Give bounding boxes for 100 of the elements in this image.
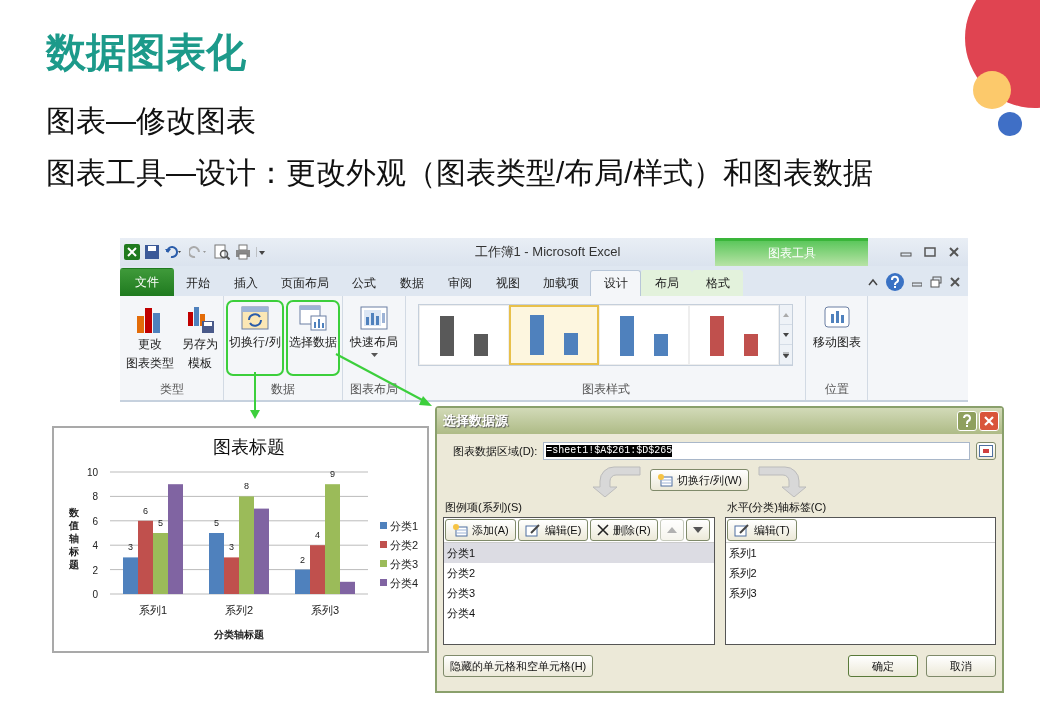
list-label: 水平(分类)轴标签(C) — [725, 500, 828, 515]
ribbon-tab[interactable]: 公式 — [340, 270, 388, 296]
add-table-icon — [657, 473, 674, 487]
close-icon[interactable] — [948, 246, 960, 258]
chart-style-thumbnail[interactable] — [509, 305, 599, 365]
legend-label: 分类2 — [390, 539, 419, 551]
data-label: 5 — [158, 518, 163, 528]
y-tick-label: 2 — [92, 564, 98, 576]
dialog-title: 选择数据源 — [443, 412, 509, 430]
group-label: 数据 — [270, 381, 296, 398]
caret-down-icon — [783, 332, 789, 337]
ribbon-tab[interactable]: 页面布局 — [270, 270, 340, 296]
switch-row-column-button[interactable]: 切换行/列(W) — [650, 469, 749, 491]
ribbon-tab[interactable]: 布局 — [641, 270, 692, 296]
caret-up-icon — [783, 312, 789, 317]
table-chart-icon — [297, 304, 328, 332]
ribbon-button[interactable]: 快速布局 — [347, 300, 401, 361]
ribbon-tab[interactable]: 加载项 — [532, 270, 590, 296]
arrow-button[interactable] — [685, 519, 710, 541]
customize-caret-icon[interactable] — [256, 245, 266, 259]
excel-logo-icon[interactable] — [124, 244, 140, 260]
question-mark-icon — [962, 414, 972, 428]
ribbon-tab[interactable]: 视图 — [484, 270, 532, 296]
hidden-cells-button[interactable]: 隐藏的单元格和空单元格(H) — [443, 655, 594, 677]
list-item[interactable]: 分类1 — [444, 543, 714, 563]
cancel-button[interactable]: 取消 — [926, 655, 996, 677]
ribbon-tab[interactable]: 格式 — [692, 270, 743, 296]
y-tick-label: 6 — [92, 515, 98, 527]
collapse-dialog-button[interactable] — [976, 442, 996, 460]
slide-text: 图表—修改图表 — [46, 103, 257, 139]
restore-icon[interactable] — [924, 246, 936, 258]
data-label: 9 — [330, 469, 335, 480]
group-label: 位置 — [823, 381, 850, 398]
data-label: 5 — [214, 518, 219, 528]
y-tick-label: 10 — [86, 467, 98, 478]
add-table-icon — [452, 523, 468, 537]
chart-title: 图表标题 — [213, 437, 285, 457]
ok-button[interactable]: 确定 — [848, 655, 918, 677]
table-swap-icon — [240, 304, 270, 332]
ribbon-button[interactable]: 更改 图表类型 — [122, 300, 177, 376]
data-label: 8 — [244, 481, 249, 492]
field-label: 图表数据区域(D): — [453, 443, 538, 459]
help-icon[interactable] — [886, 273, 904, 291]
pencil-edit-icon — [733, 523, 750, 537]
close-button[interactable] — [979, 411, 999, 431]
slide-title: 数据图表化 — [46, 29, 247, 76]
data-label: 3 — [229, 542, 234, 553]
help-button[interactable] — [957, 411, 977, 431]
group-label: 图表样式 — [580, 381, 631, 398]
ribbon-tab[interactable]: 审阅 — [436, 270, 484, 296]
legend-label: 分类1 — [390, 520, 419, 532]
move-down-icon — [692, 527, 703, 533]
list-label: 图例项(系列)(S) — [444, 500, 523, 515]
x-tick-label: 系列1 — [138, 604, 168, 616]
ribbon-button[interactable]: 另存为 模板 — [178, 300, 221, 376]
ribbon-button[interactable]: 选择数据 — [285, 300, 340, 376]
data-label: 6 — [143, 505, 148, 516]
x-axis-title: 分类轴标题 — [214, 629, 264, 640]
data-label: 2 — [300, 554, 305, 565]
restore-icon[interactable] — [930, 276, 942, 288]
ribbon-tab[interactable]: 设计 — [590, 270, 641, 296]
save-icon[interactable] — [145, 245, 159, 259]
delete-icon — [597, 524, 610, 536]
group-label: 类型 — [158, 381, 185, 398]
print-preview-icon[interactable] — [214, 244, 230, 260]
y-axis-title: 数值轴标题 — [69, 507, 79, 570]
ribbon-tab[interactable]: 数据 — [388, 270, 436, 296]
toolbar-button[interactable]: 添加(A) — [445, 519, 516, 541]
toolbar-button[interactable]: 编辑(E) — [517, 519, 589, 541]
x-tick-label: 系列3 — [310, 604, 340, 616]
move-up-icon — [666, 527, 677, 533]
collapse-caret-icon[interactable] — [868, 278, 878, 286]
toolbar-button[interactable]: 编辑(T) — [726, 519, 797, 541]
pointer-arrow — [250, 371, 260, 419]
ribbon-tab[interactable]: 插入 — [222, 270, 270, 296]
chart-layout-icon — [359, 304, 389, 332]
ribbon-tab[interactable]: 文件 — [120, 268, 174, 296]
context-tab-header: 图表工具 — [715, 238, 868, 266]
undo-icon[interactable] — [164, 245, 184, 259]
data-label: 3 — [128, 542, 133, 553]
scroll-down-button[interactable] — [780, 325, 792, 345]
y-tick-label: 8 — [92, 491, 98, 503]
close-icon[interactable] — [950, 277, 960, 287]
range-field[interactable]: =sheet1!$A$261:$D$265 — [543, 442, 970, 460]
ribbon-button[interactable]: 移动图表 — [809, 300, 864, 355]
toolbar-button[interactable]: 删除(R) — [590, 519, 658, 541]
close-icon — [984, 416, 994, 426]
more-styles-button[interactable] — [780, 345, 792, 365]
y-tick-label: 4 — [92, 540, 98, 552]
y-tick-label: 0 — [92, 589, 98, 600]
ribbon-button[interactable]: 切换行/列 — [226, 300, 284, 376]
x-tick-label: 系列2 — [224, 604, 254, 616]
window-title: 工作簿1 - Microsoft Excel — [473, 243, 622, 261]
slide-text: 图表工具—设计：更改外观（图表类型/布局/样式）和图表数据 — [46, 155, 874, 191]
more-caret-icon — [783, 351, 789, 358]
legend-label: 分类3 — [390, 558, 419, 570]
ribbon-tab[interactable]: 开始 — [174, 270, 222, 296]
printer-icon[interactable] — [235, 244, 251, 260]
pencil-edit-icon — [524, 523, 541, 537]
data-label: 4 — [315, 530, 320, 541]
